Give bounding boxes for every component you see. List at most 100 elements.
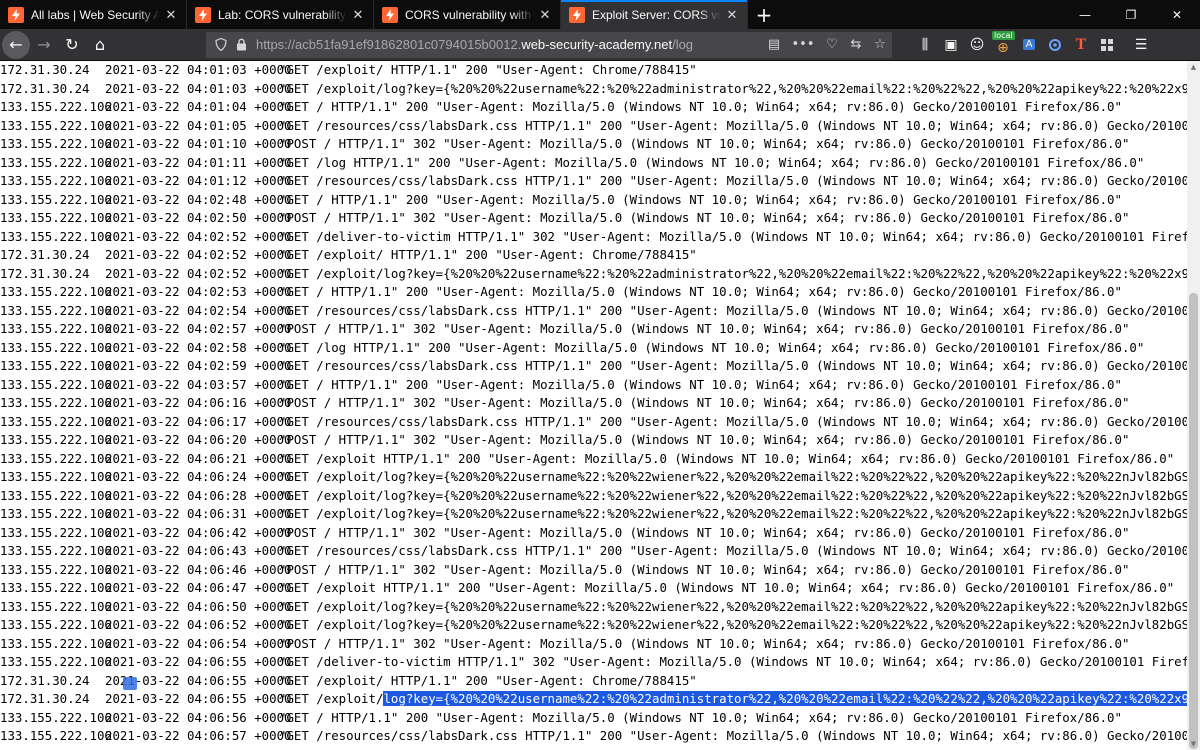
scrollbar-thumb[interactable]: [1189, 293, 1198, 749]
log-request-text: "GET /deliver-to-victim HTTP/1.1" 302 "U…: [279, 228, 1187, 244]
log-timestamp: 2021-03-22 04:02:53 +0000: [105, 284, 292, 299]
translate-extension-icon[interactable]: A: [1016, 31, 1042, 59]
log-timestamp: 2021-03-22 04:01:05 +0000: [105, 117, 292, 133]
account-icon[interactable]: ☺: [964, 31, 990, 59]
pocket-icon[interactable]: ♡: [820, 33, 844, 57]
log-request: "GET /exploit/log?key={%20%20%22username…: [279, 265, 1187, 284]
more-actions-icon[interactable]: •••: [786, 33, 820, 57]
menu-icon[interactable]: ☰: [1128, 31, 1154, 59]
log-client-ip: 172.31.30.24: [0, 62, 90, 77]
text-cursor-icon: [123, 677, 137, 690]
log-row: 172.31.30.24 2021-03-22 04:06:55 +0000 "GE…: [0, 672, 1187, 691]
url-bar[interactable]: https://acb51fa91ef91862801c0794015b0012…: [206, 31, 892, 58]
log-request-text: "GET /exploit/log?key={%20%20%22username…: [279, 506, 1187, 521]
log-timestamp: 2021-03-22 04:06:31 +0000: [105, 506, 292, 521]
url-subdomain: acb51fa91ef91862801c0794015b0012.: [295, 37, 522, 52]
log-row: 133.155.222.106 2021-03-22 04:02:59 +0000…: [0, 357, 1187, 376]
url-host: web-security-academy.net: [521, 37, 673, 52]
log-request-text: "GET /resources/css/labsDark.css HTTP/1.…: [279, 302, 1187, 318]
log-request-text: "GET / HTTP/1.1" 200 "User-Agent: Mozill…: [279, 709, 1122, 725]
home-button[interactable]: ⌂: [86, 31, 114, 59]
shield-icon[interactable]: [212, 36, 230, 54]
tab-active[interactable]: Exploit Server: CORS vulnerabili ✕: [561, 0, 748, 29]
close-window-icon[interactable]: ✕: [1154, 0, 1200, 29]
log-request: "POST / HTTP/1.1" 302 "User-Agent: Mozil…: [279, 524, 1129, 543]
log-row: 133.155.222.106 2021-03-22 04:02:53 +0000…: [0, 283, 1187, 302]
settings-extension-icon[interactable]: [1042, 31, 1068, 59]
log-timestamp: 2021-03-22 04:06:28 +0000: [105, 487, 292, 503]
log-request-text: "GET /exploit/: [279, 691, 384, 706]
close-tab-icon[interactable]: ✕: [162, 6, 180, 24]
log-timestamp: 2021-03-22 04:06:54 +0000: [105, 635, 292, 651]
close-tab-icon[interactable]: ✕: [536, 6, 554, 24]
reload-button[interactable]: ↻: [58, 31, 86, 59]
tab[interactable]: All labs | Web Security Academ ✕: [0, 0, 187, 29]
tab[interactable]: CORS vulnerability with trusted ✕: [374, 0, 561, 29]
extension-local-button[interactable]: local ⊕: [990, 30, 1016, 59]
log-request: "POST / HTTP/1.1" 302 "User-Agent: Mozil…: [279, 320, 1129, 339]
log-client-ip: 133.155.222.106: [0, 395, 112, 410]
forward-button[interactable]: →: [30, 31, 58, 59]
log-row: 172.31.30.24 2021-03-22 04:02:52 +0000 "GE…: [0, 246, 1187, 265]
translate-page-icon[interactable]: ⇆: [844, 33, 868, 57]
log-timestamp: 2021-03-22 04:01:11 +0000: [105, 154, 292, 170]
log-row: 133.155.222.106 2021-03-22 04:01:05 +0000…: [0, 117, 1187, 136]
log-row: 133.155.222.106 2021-03-22 04:02:48 +0000…: [0, 191, 1187, 210]
log-request-text: "POST / HTTP/1.1" 302 "User-Agent: Mozil…: [279, 210, 1130, 225]
log-timestamp: 2021-03-22 04:02:52 +0000: [105, 247, 292, 262]
log-client-ip: 133.155.222.106: [0, 136, 112, 151]
lock-icon[interactable]: [232, 36, 250, 54]
log-timestamp: 2021-03-22 04:02:59 +0000: [105, 358, 292, 373]
vertical-scrollbar[interactable]: ▲ ▼: [1187, 61, 1200, 750]
log-row: 133.155.222.106 2021-03-22 04:01:10 +0000…: [0, 135, 1187, 154]
sidebar-icon[interactable]: ▣: [938, 31, 964, 59]
tab[interactable]: Lab: CORS vulnerability with tru ✕: [187, 0, 374, 29]
log-request: "GET /resources/css/labsDark.css HTTP/1.…: [279, 357, 1187, 376]
scroll-up-icon[interactable]: ▲: [1187, 61, 1200, 73]
log-request-text: "POST / HTTP/1.1" 302 "User-Agent: Mozil…: [279, 561, 1130, 577]
log-row: 133.155.222.106 2021-03-22 04:02:50 +0000…: [0, 209, 1187, 228]
text-tool-icon[interactable]: T: [1068, 31, 1094, 59]
new-tab-button[interactable]: +: [748, 0, 780, 29]
log-client-ip: 133.155.222.106: [0, 561, 112, 577]
log-client-ip: 133.155.222.106: [0, 450, 112, 466]
log-row: 172.31.30.24 2021-03-22 04:06:55 +0000 "GE…: [0, 690, 1187, 709]
log-request-text: "GET /resources/css/labsDark.css HTTP/1.…: [279, 358, 1187, 373]
log-client-ip: 133.155.222.106: [0, 709, 112, 725]
log-client-ip: 133.155.222.106: [0, 99, 112, 114]
log-request-text: "POST / HTTP/1.1" 302 "User-Agent: Mozil…: [279, 395, 1130, 410]
log-client-ip: 133.155.222.106: [0, 321, 112, 336]
back-button[interactable]: ←: [2, 30, 30, 59]
log-request: "GET /resources/css/labsDark.css HTTP/1.…: [279, 413, 1187, 432]
burp-suite-favicon-icon: [569, 6, 585, 23]
log-timestamp: 2021-03-22 04:06:46 +0000: [105, 561, 292, 577]
log-timestamp: 2021-03-22 04:06:57 +0000: [105, 728, 292, 743]
reader-view-icon[interactable]: ▤: [762, 33, 786, 57]
log-row: 133.155.222.106 2021-03-22 04:06:17 +0000…: [0, 413, 1187, 432]
log-client-ip: 133.155.222.106: [0, 524, 112, 540]
log-timestamp: 2021-03-22 04:02:52 +0000: [105, 265, 292, 281]
log-row: 133.155.222.106 2021-03-22 04:03:57 +0000…: [0, 376, 1187, 395]
log-request-text: "GET /resources/css/labsDark.css HTTP/1.…: [279, 117, 1187, 133]
log-client-ip: 133.155.222.106: [0, 506, 112, 521]
log-request: "GET /exploit/log?key={%20%20%22username…: [279, 598, 1187, 617]
log-row: 133.155.222.106 2021-03-22 04:06:20 +0000…: [0, 431, 1187, 450]
grid-extension-icon[interactable]: [1094, 31, 1120, 59]
log-timestamp: 2021-03-22 04:06:24 +0000: [105, 469, 292, 484]
log-request: "POST / HTTP/1.1" 302 "User-Agent: Mozil…: [279, 431, 1129, 450]
log-client-ip: 133.155.222.106: [0, 210, 112, 225]
minimize-icon[interactable]: —: [1062, 0, 1108, 29]
log-client-ip: 133.155.222.106: [0, 469, 112, 484]
log-timestamp: 2021-03-22 04:06:55 +0000: [105, 691, 292, 706]
bookmark-star-icon[interactable]: ☆: [868, 33, 892, 57]
scroll-down-icon[interactable]: ▼: [1187, 738, 1200, 750]
log-row: 133.155.222.106 2021-03-22 04:02:57 +0000…: [0, 320, 1187, 339]
restore-icon[interactable]: ❐: [1108, 0, 1154, 29]
close-tab-icon[interactable]: ✕: [349, 6, 367, 24]
close-tab-icon[interactable]: ✕: [723, 6, 741, 24]
log-timestamp: 2021-03-22 04:06:50 +0000: [105, 598, 292, 614]
url-text[interactable]: https://acb51fa91ef91862801c0794015b0012…: [256, 37, 693, 52]
library-icon[interactable]: ⫼: [912, 31, 938, 59]
log-row: 133.155.222.106 2021-03-22 04:06:24 +0000…: [0, 468, 1187, 487]
log-request: "POST / HTTP/1.1" 302 "User-Agent: Mozil…: [279, 561, 1129, 580]
